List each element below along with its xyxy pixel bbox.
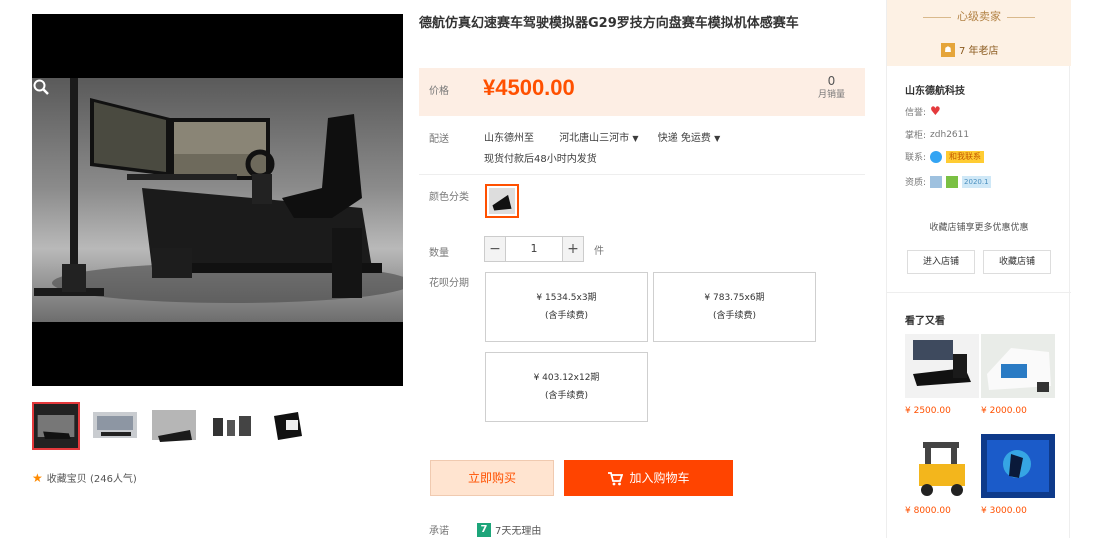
quantity-stepper: − 1 + 件 xyxy=(484,236,604,262)
also-viewed-item[interactable]: ¥ 8000.00 xyxy=(905,434,979,516)
shipping-label: 配送 xyxy=(429,134,449,145)
thumbnail-4[interactable] xyxy=(209,402,257,450)
installment-amount: ¥ 403.12x12期 xyxy=(533,373,600,383)
favorite-label: 收藏宝贝 (246人气) xyxy=(46,474,137,485)
seller-row: 掌柜: zdh2611 xyxy=(905,128,969,142)
seller-id[interactable]: zdh2611 xyxy=(930,130,969,140)
thumbnail-5[interactable] xyxy=(268,402,316,450)
monthly-sales-count: 0 xyxy=(827,74,836,88)
installment-plan-3[interactable]: ¥ 403.12x12期 (含手续费) xyxy=(485,352,648,422)
heart-icon: ♥ xyxy=(930,104,941,118)
also-viewed-item[interactable]: ¥ 2500.00 xyxy=(905,334,979,416)
also-viewed-price: ¥ 3000.00 xyxy=(981,506,1027,516)
quantity-label: 数量 xyxy=(429,248,449,259)
certificate-icon[interactable] xyxy=(946,175,959,188)
product-title: 德航仿真幻速赛车驾驶模拟器G29罗技方向盘赛车模拟机体感赛车 xyxy=(419,16,799,31)
also-viewed-item[interactable]: ¥ 3000.00 xyxy=(981,434,1055,516)
thumbnail-1[interactable] xyxy=(32,402,80,450)
cart-icon xyxy=(608,471,624,485)
collect-store-promo: 收藏店铺享更多优惠优惠 xyxy=(929,223,1029,233)
enter-store-button[interactable]: 进入店铺 xyxy=(907,250,975,274)
add-to-cart-label: 加入购物车 xyxy=(629,471,690,485)
also-viewed-image xyxy=(981,334,1055,398)
racing-simulator-illustration xyxy=(34,78,403,303)
shipping-to-label: 河北唐山三河市 xyxy=(559,133,630,144)
star-icon: ★ xyxy=(32,470,43,485)
installment-plan-1[interactable]: ¥ 1534.5x3期 (含手续费) xyxy=(485,272,648,342)
shipping-to-dropdown[interactable]: 河北唐山三河市 ▼ xyxy=(559,133,638,144)
seller-label: 掌柜: xyxy=(905,131,927,141)
store-name[interactable]: 山东德航科技 xyxy=(905,82,965,97)
also-viewed-price: ¥ 8000.00 xyxy=(905,506,951,516)
color-option-swatch[interactable] xyxy=(485,184,519,218)
installment-fee: (含手续费) xyxy=(544,311,589,321)
reputation-label: 信誉: xyxy=(905,107,927,118)
also-viewed-title: 看了又看 xyxy=(905,316,945,327)
qualification-badge: 2020.1 xyxy=(962,175,991,188)
chevron-down-icon: ▼ xyxy=(632,134,639,143)
qualification-label: 资质: xyxy=(905,178,927,188)
installment-amount: ¥ 783.75x6期 xyxy=(704,293,765,303)
reputation-row: 信誉: ♥ xyxy=(905,104,941,118)
thumbnail-2[interactable] xyxy=(91,402,139,450)
installment-amount: ¥ 1534.5x3期 xyxy=(536,293,597,303)
quantity-unit: 件 xyxy=(594,245,604,257)
installment-fee: (含手续费) xyxy=(544,391,589,401)
quantity-decrease-button[interactable]: − xyxy=(484,236,506,262)
buy-now-button[interactable]: 立即购买 xyxy=(430,460,554,496)
monthly-sales: 0 月销量 xyxy=(818,74,845,102)
divider xyxy=(419,174,865,175)
divider xyxy=(887,292,1071,293)
price-panel: 价格 ¥4500.00 0 月销量 xyxy=(419,68,865,116)
contact-row: 联系: 和我联系 xyxy=(905,150,985,163)
also-viewed-item[interactable]: ¥ 2000.00 xyxy=(981,334,1055,416)
chat-icon[interactable] xyxy=(930,150,943,163)
express-dropdown[interactable]: 快递 免运费 ▼ xyxy=(658,133,721,144)
main-product-image[interactable] xyxy=(32,14,403,386)
contact-seller-button[interactable]: 和我联系 xyxy=(946,150,985,163)
store-age-icon: ☗ xyxy=(941,42,955,57)
contact-label: 联系: xyxy=(905,153,927,163)
seven-day-return-icon: 7 xyxy=(477,522,491,537)
also-viewed-image xyxy=(981,434,1055,498)
quantity-input[interactable]: 1 xyxy=(506,236,562,262)
store-age: ☗ 7 年老店 xyxy=(941,42,999,57)
shipping-from: 山东德州至 xyxy=(484,133,534,144)
color-label: 颜色分类 xyxy=(429,192,469,203)
price-value: ¥4500.00 xyxy=(483,75,575,100)
also-viewed-price: ¥ 2000.00 xyxy=(981,406,1027,416)
also-viewed-price: ¥ 2500.00 xyxy=(905,406,951,416)
collect-store-button[interactable]: 收藏店铺 xyxy=(983,250,1051,274)
thumbnail-3[interactable] xyxy=(150,402,198,450)
qualification-row: 资质: 2020.1 xyxy=(905,175,991,188)
installment-fee: (含手续费) xyxy=(712,311,757,321)
installment-plan-2[interactable]: ¥ 783.75x6期 (含手续费) xyxy=(653,272,816,342)
promise-label: 承诺 xyxy=(429,526,449,537)
store-header: 心级卖家 ☗ 7 年老店 xyxy=(887,0,1071,66)
store-sidebar: 心级卖家 ☗ 7 年老店 山东德航科技 信誉: ♥ 掌柜: zdh2611 联系… xyxy=(886,0,1071,538)
shipping-note: 现货付款后48小时内发货 xyxy=(484,154,597,165)
quantity-increase-button[interactable]: + xyxy=(562,236,584,262)
seller-level-tag: 心级卖家 xyxy=(887,8,1071,24)
chevron-down-icon: ▼ xyxy=(714,134,721,143)
also-viewed-image xyxy=(905,434,979,498)
monthly-sales-label: 月销量 xyxy=(817,90,845,100)
also-viewed-image xyxy=(905,334,979,398)
service-promise: 承诺 7 7天无理由 xyxy=(429,522,541,537)
license-icon[interactable] xyxy=(930,175,943,188)
express-label: 快递 免运费 xyxy=(657,133,711,144)
store-age-label: 7 年老店 xyxy=(959,46,999,57)
shipping-selector: 山东德州至 河北唐山三河市 ▼ 快递 免运费 ▼ xyxy=(484,129,720,144)
price-label: 价格 xyxy=(429,86,449,97)
promise-text[interactable]: 7天无理由 xyxy=(495,522,541,537)
installment-label: 花呗分期 xyxy=(429,278,469,289)
favorite-item[interactable]: ★ 收藏宝贝 (246人气) xyxy=(32,470,137,486)
add-to-cart-button[interactable]: 加入购物车 xyxy=(564,460,733,496)
zoom-icon[interactable] xyxy=(32,78,50,96)
